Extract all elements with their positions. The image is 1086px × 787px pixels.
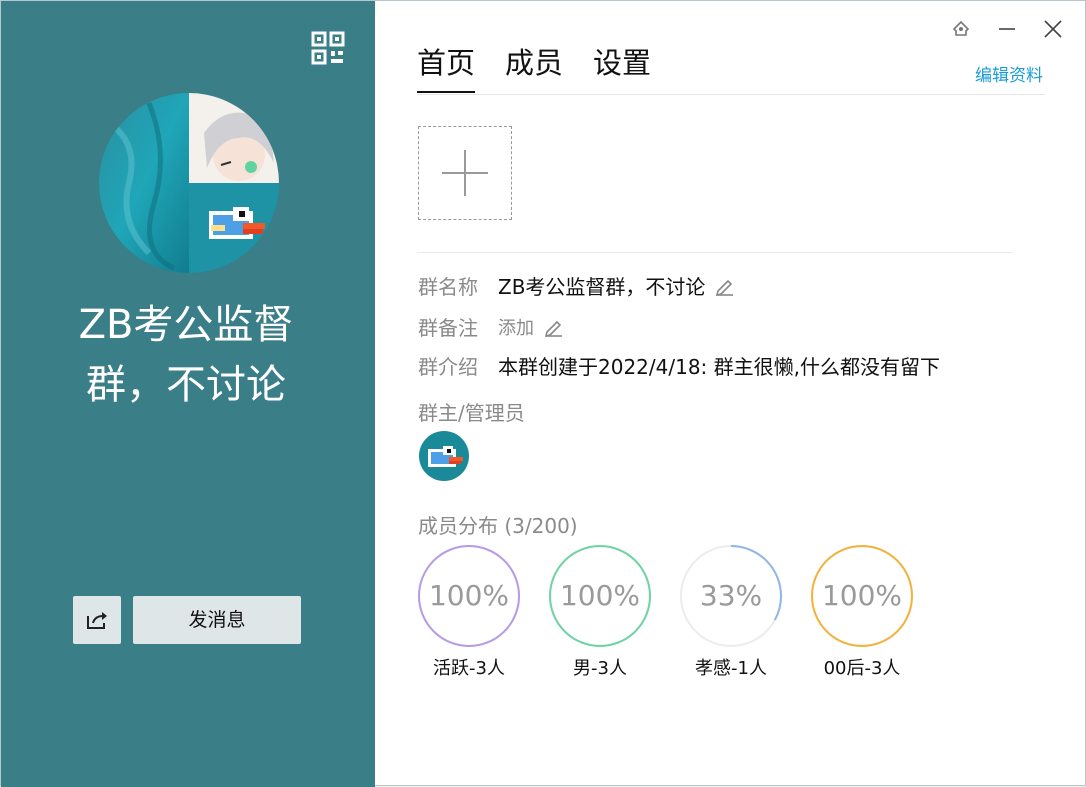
stat-label: 男-3人	[573, 658, 627, 679]
group-remark-row: 群备注 添加	[418, 312, 564, 341]
stat-percent: 100%	[428, 579, 510, 612]
group-name-label: 群名称	[418, 275, 478, 299]
group-intro-value: 本群创建于2022/4/18: 群主很懒,什么都没有留下	[498, 355, 941, 379]
stat-label: 活跃-3人	[433, 658, 505, 679]
share-button[interactable]	[73, 596, 121, 644]
distribution-count: (3/200)	[504, 514, 578, 538]
group-name-title: ZB考公监督 群，不讨论	[41, 295, 331, 415]
distribution-label: 成员分布 (3/200)	[418, 510, 578, 539]
group-name-line-2: 群，不讨论	[86, 362, 286, 408]
distribution-stat: 100% 男-3人	[548, 544, 652, 680]
tab-members[interactable]: 成员	[505, 43, 563, 93]
distribution-stat: 100% 00后-3人	[810, 544, 914, 680]
stat-percent: 33%	[699, 579, 763, 612]
window-controls	[947, 15, 1067, 43]
left-panel: ZB考公监督 群，不讨论 发消息	[1, 1, 375, 787]
group-name-line-1: ZB考公监督	[78, 302, 294, 348]
distribution-stat: 100% 活跃-3人	[417, 544, 521, 680]
share-icon	[87, 612, 107, 629]
group-name-row: 群名称 ZB考公监督群，不讨论	[418, 271, 735, 300]
tab-settings[interactable]: 设置	[593, 43, 651, 93]
add-photo-button[interactable]	[418, 126, 512, 220]
stat-percent: 100%	[559, 579, 641, 612]
admins-label: 群主/管理员	[418, 401, 525, 425]
group-remark-value[interactable]: 添加	[498, 314, 534, 340]
pencil-icon[interactable]	[715, 276, 735, 296]
qr-code-icon[interactable]	[311, 31, 345, 65]
section-divider	[417, 252, 1013, 253]
minimize-icon[interactable]	[993, 15, 1021, 43]
group-remark-label: 群备注	[418, 316, 478, 340]
stat-label: 00后-3人	[823, 658, 901, 679]
stat-label: 孝感-1人	[695, 658, 767, 679]
stat-percent: 100%	[821, 579, 903, 612]
tab-home[interactable]: 首页	[417, 43, 476, 93]
admin-avatar[interactable]	[419, 431, 469, 481]
plus-icon	[442, 150, 488, 196]
group-intro-label: 群介绍	[418, 355, 478, 379]
tab-divider	[417, 94, 1045, 95]
tab-bar: 首页 成员 设置	[417, 43, 651, 93]
group-profile-window: ZB考公监督 群，不讨论 发消息 首页 成员 设置 编辑资料 群名称 ZB考公监…	[0, 0, 1086, 787]
pencil-icon[interactable]	[544, 317, 564, 337]
close-icon[interactable]	[1039, 15, 1067, 43]
group-intro-row: 群介绍 本群创建于2022/4/18: 群主很懒,什么都没有留下	[418, 351, 940, 380]
send-message-button[interactable]: 发消息	[133, 596, 301, 644]
edit-profile-link[interactable]: 编辑资料	[975, 61, 1043, 86]
distribution-title: 成员分布	[418, 514, 498, 538]
distribution-stat: 33% 孝感-1人	[679, 544, 783, 680]
group-name-value: ZB考公监督群，不讨论	[498, 275, 706, 299]
group-avatar[interactable]	[99, 93, 279, 273]
pin-icon[interactable]	[947, 15, 975, 43]
